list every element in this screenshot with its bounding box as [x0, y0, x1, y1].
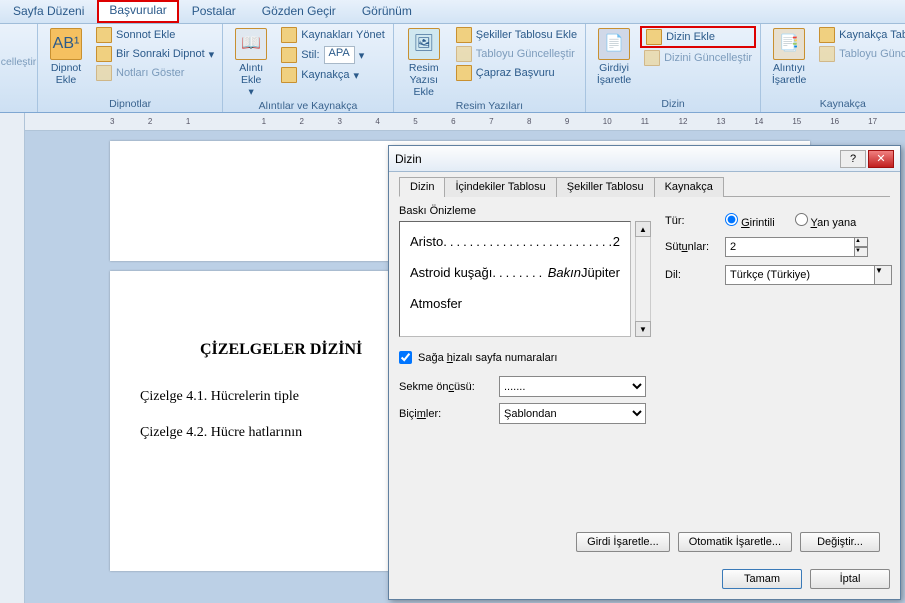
right-align-checkbox[interactable] [399, 351, 412, 364]
biblio-icon [281, 67, 297, 83]
dialog-title: Dizin [395, 152, 838, 166]
update-index-button: Dizini Güncelleştir [640, 49, 756, 67]
index-dialog: Dizin ? ✕ Dizin İçindekiler Tablosu Şeki… [388, 145, 901, 600]
alinti-ekle-button[interactable]: 📖 Alıntı Ekle▾ [227, 26, 275, 100]
endnote-icon [96, 27, 112, 43]
help-button[interactable]: ? [840, 150, 866, 168]
dlg-tab-icindekiler[interactable]: İçindekiler Tablosu [444, 177, 556, 197]
preview-label: Baskı Önizleme [399, 205, 651, 217]
modify-button[interactable]: Değiştir... [800, 532, 880, 552]
indented-radio[interactable]: Girintili [725, 213, 775, 229]
tof-icon [456, 27, 472, 43]
language-label: Dil: [665, 269, 725, 281]
mark-entry-icon: 📄 [598, 28, 630, 60]
dlg-tab-kaynakca[interactable]: Kaynakça [654, 177, 724, 197]
dialog-tabs: Dizin İçindekiler Tablosu Şekiller Tablo… [399, 176, 890, 197]
dropdown-icon[interactable]: ▼ [874, 265, 892, 285]
tab-basvurular[interactable]: Başvurular [97, 0, 178, 23]
ok-button[interactable]: Tamam [722, 569, 802, 589]
style-select[interactable]: Stil: APA▾ [277, 45, 389, 65]
update-toa-icon [819, 46, 835, 62]
update-icon [456, 46, 472, 62]
citation-icon: 📖 [235, 28, 267, 60]
cross-reference-button[interactable]: Çapraz Başvuru [452, 64, 581, 82]
close-button[interactable]: ✕ [868, 150, 894, 168]
language-select[interactable] [725, 265, 875, 285]
dipnot-ekle-button[interactable]: AB¹ Dipnot Ekle [42, 26, 90, 88]
update-index-icon [644, 50, 660, 66]
columns-input[interactable] [725, 237, 855, 257]
ribbon-tabs: Sayfa Düzeni Başvurular Postalar Gözden … [0, 0, 905, 24]
tab-gozden-gecir[interactable]: Gözden Geçir [249, 0, 349, 23]
insert-toa-button[interactable]: Kaynakça Tablo [815, 26, 905, 44]
dlg-tab-sekiller[interactable]: Şekiller Tablosu [556, 177, 655, 197]
tab-gorunum[interactable]: Görünüm [349, 0, 425, 23]
insert-caption-button[interactable]: 🖼 Resim Yazısı Ekle [398, 26, 450, 100]
mark-entry-button-dlg[interactable]: Girdi İşaretle... [576, 532, 670, 552]
xref-icon [456, 65, 472, 81]
ribbon: celleştir AB¹ Dipnot Ekle Sonnot Ekle Bi… [0, 24, 905, 113]
toa-icon [819, 27, 835, 43]
print-preview: Aristo..............................2 As… [399, 221, 631, 337]
columns-label: Sütunlar: [665, 241, 725, 253]
group-label [4, 98, 33, 112]
dialog-titlebar[interactable]: Dizin ? ✕ [389, 146, 900, 172]
preview-scrollbar[interactable]: ▲ ▼ [635, 221, 651, 337]
insert-index-button[interactable]: Dizin Ekle [640, 26, 756, 48]
scroll-down-icon[interactable]: ▼ [635, 321, 651, 337]
tab-leader-select[interactable]: ....... [499, 376, 646, 397]
tab-sayfa-duzeni[interactable]: Sayfa Düzeni [0, 0, 97, 23]
horizontal-ruler: 3211234567891011121314151617 [25, 113, 905, 131]
tab-postalar[interactable]: Postalar [179, 0, 249, 23]
sources-icon [281, 27, 297, 43]
spinner-up-icon[interactable]: ▲ [854, 237, 868, 247]
tab-leader-label: Sekme öncüsü: [399, 381, 499, 393]
group-label-kaynakca: Kaynakça [765, 98, 905, 112]
footnote-icon: AB¹ [50, 28, 82, 60]
cancel-button[interactable]: İptal [810, 569, 890, 589]
mark-citation-button[interactable]: 📑 Alıntıyı İşaretle [765, 26, 813, 88]
dlg-tab-dizin[interactable]: Dizin [399, 177, 445, 197]
update-toa-button: Tabloyu Günce [815, 45, 905, 63]
vertical-ruler [0, 113, 25, 603]
style-icon [281, 47, 297, 63]
show-notes-icon [96, 65, 112, 81]
runin-radio[interactable]: Yan yana [795, 213, 857, 229]
group-label-dizin: Dizin [590, 98, 756, 112]
bibliography-button[interactable]: Kaynakça ▾ [277, 66, 389, 84]
type-label: Tür: [665, 215, 725, 227]
update-tof-button: Tabloyu Güncelleştir [452, 45, 581, 63]
update-table-button: celleştir [0, 55, 40, 69]
next-footnote-icon [96, 46, 112, 62]
right-align-label: Sağa hizalı sayfa numaraları [418, 352, 557, 364]
show-notes-button: Notları Göster [92, 64, 218, 82]
mark-entry-button[interactable]: 📄 Girdiyi İşaretle [590, 26, 638, 88]
index-icon [646, 29, 662, 45]
insert-tof-button[interactable]: Şekiller Tablosu Ekle [452, 26, 581, 44]
formats-label: Biçimler: [399, 408, 499, 420]
group-label-dipnotlar: Dipnotlar [42, 98, 218, 112]
spinner-down-icon[interactable]: ▼ [854, 247, 868, 257]
auto-mark-button[interactable]: Otomatik İşaretle... [678, 532, 792, 552]
scroll-up-icon[interactable]: ▲ [635, 221, 651, 237]
manage-sources-button[interactable]: Kaynakları Yönet [277, 26, 389, 44]
formats-select[interactable]: Şablondan [499, 403, 646, 424]
mark-citation-icon: 📑 [773, 28, 805, 60]
next-footnote-button[interactable]: Bir Sonraki Dipnot ▾ [92, 45, 218, 63]
caption-icon: 🖼 [408, 28, 440, 60]
sonnot-ekle-button[interactable]: Sonnot Ekle [92, 26, 218, 44]
